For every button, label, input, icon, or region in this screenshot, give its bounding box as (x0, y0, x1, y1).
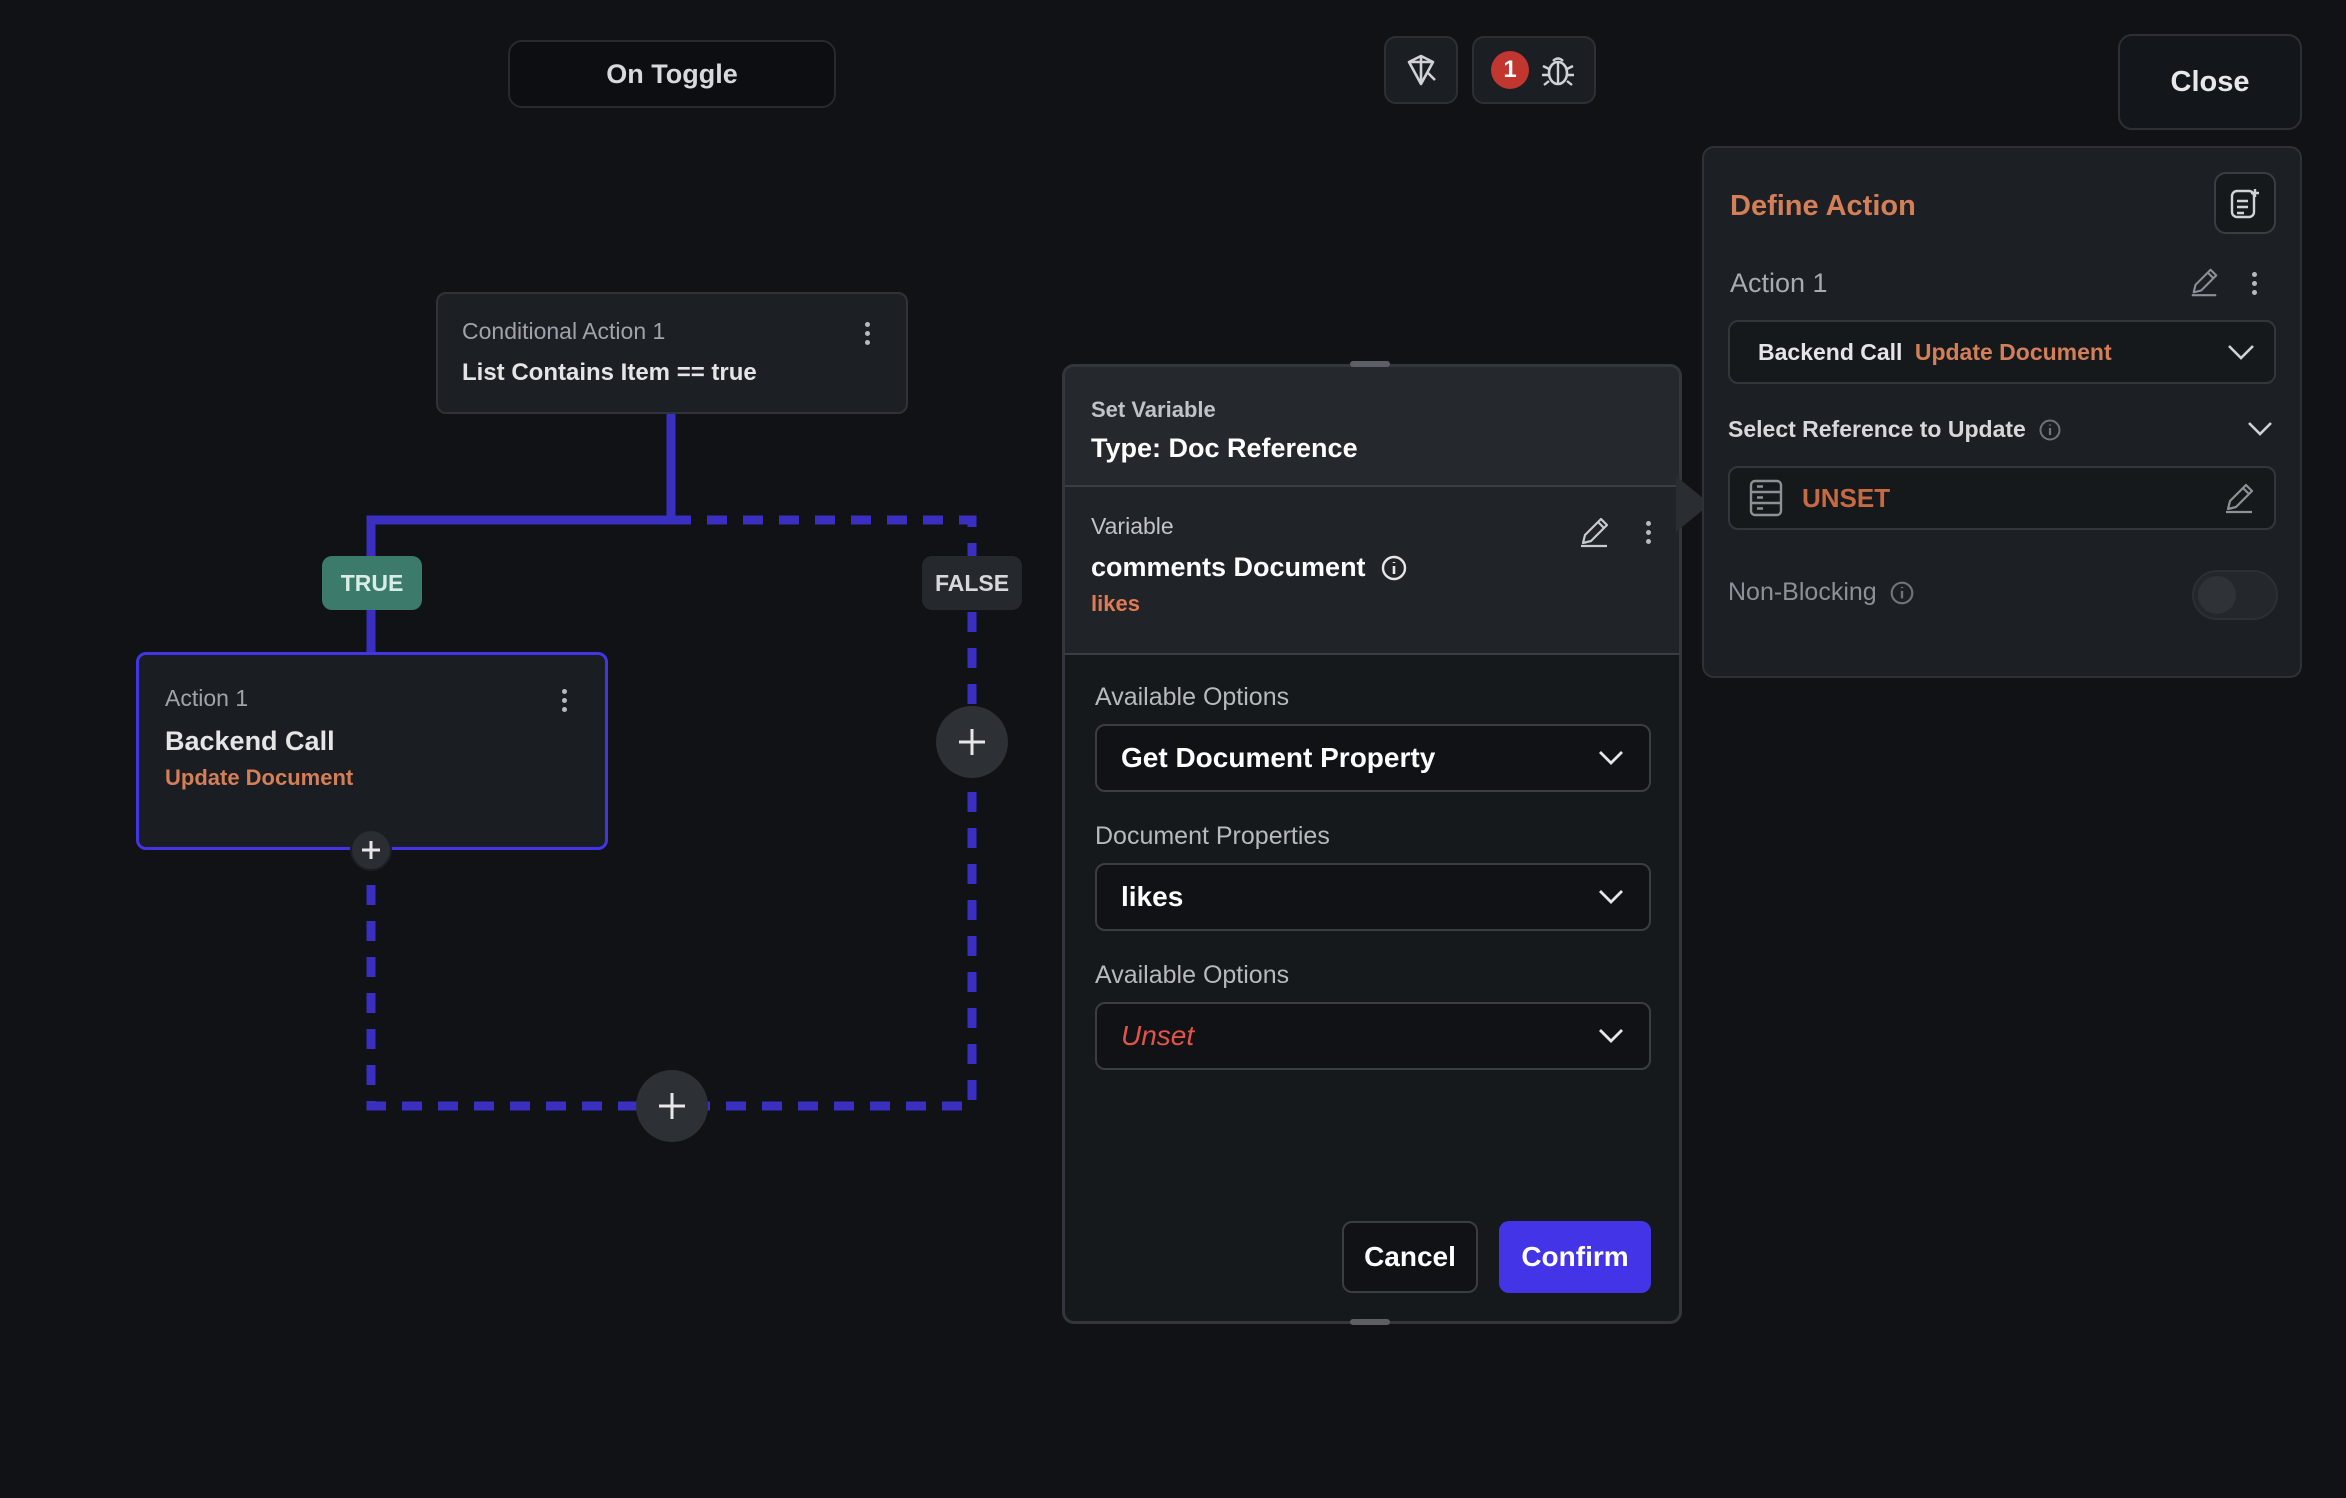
chevron-down-icon (1599, 1029, 1623, 1043)
conditional-kicker: Conditional Action 1 (462, 318, 666, 344)
database-icon (1749, 479, 1783, 517)
confirm-button[interactable]: Confirm (1499, 1221, 1651, 1293)
ai-assist-button[interactable] (1384, 36, 1458, 104)
define-action-title: Define Action (1730, 190, 1916, 222)
define-action-panel: Define Action Action 1 Backend Call Upda… (1702, 146, 2302, 678)
variable-path: likes (1091, 591, 1140, 616)
non-blocking-label: Non-Blocking (1728, 578, 1877, 606)
conditional-expression: List Contains Item == true (462, 359, 757, 386)
reference-field[interactable]: UNSET (1728, 466, 2276, 530)
non-blocking-row: Non-Blocking (1728, 578, 1915, 607)
true-branch-tag: TRUE (322, 556, 422, 610)
add-merge-action-button[interactable] (636, 1070, 708, 1142)
trigger-label: On Toggle (606, 58, 738, 89)
document-properties-label: Document Properties (1095, 822, 1330, 850)
magic-wand-icon (1407, 54, 1436, 86)
note-add-icon (2230, 189, 2259, 219)
second-available-options-value: Unset (1121, 1020, 1195, 1051)
bug-icon (1542, 57, 1574, 86)
plus-icon (959, 729, 985, 755)
reference-value: UNSET (1802, 482, 1891, 513)
conditional-action-node[interactable]: Conditional Action 1 List Contains Item … (436, 292, 908, 414)
action-title: Backend Call (165, 726, 335, 756)
panel-top-drag-handle[interactable] (1350, 361, 1390, 367)
add-after-action-button[interactable] (350, 829, 392, 871)
conditional-menu-icon[interactable] (865, 322, 870, 345)
document-properties-value: likes (1121, 881, 1184, 912)
action-kicker: Action 1 (165, 685, 249, 711)
reference-header: Select Reference to Update (1728, 416, 2062, 443)
edit-icon[interactable] (2188, 266, 2220, 298)
action-node[interactable]: Action 1 Backend Call Update Document (136, 652, 608, 850)
variable-type: Type: Doc Reference (1091, 433, 1358, 463)
chevron-down-icon (1599, 890, 1623, 904)
false-branch-tag: FALSE (922, 556, 1022, 610)
chevron-down-icon (2228, 345, 2254, 360)
add-note-button[interactable] (2214, 172, 2276, 234)
available-options-value: Get Document Property (1121, 742, 1436, 773)
debug-button[interactable]: 1 (1472, 36, 1596, 104)
add-false-action-button[interactable] (936, 706, 1008, 778)
available-options-label: Available Options (1095, 683, 1290, 711)
trigger-selector[interactable]: On Toggle (508, 40, 836, 108)
action-menu-icon[interactable] (2252, 272, 2257, 295)
non-blocking-toggle[interactable] (2192, 570, 2278, 620)
available-options-select[interactable]: Get Document Property (1095, 724, 1651, 792)
set-variable-header: Set Variable Type: Doc Reference (1065, 367, 1679, 487)
action-subtype: Update Document (1914, 338, 2112, 365)
set-variable-heading: Set Variable (1091, 397, 1216, 422)
second-available-options-label: Available Options (1095, 961, 1290, 989)
plus-icon (362, 841, 380, 859)
info-icon[interactable] (1889, 580, 1915, 606)
edit-icon[interactable] (1577, 515, 1611, 549)
reference-label: Select Reference to Update (1728, 416, 2026, 442)
error-count-badge: 1 (1491, 51, 1529, 89)
panel-bottom-drag-handle[interactable] (1350, 1319, 1390, 1325)
cancel-button[interactable]: Cancel (1342, 1221, 1478, 1293)
document-properties-select[interactable]: likes (1095, 863, 1651, 931)
chevron-down-icon (1599, 751, 1623, 765)
variable-name: comments Document (1091, 552, 1366, 582)
plus-icon (659, 1093, 685, 1119)
info-icon[interactable] (2038, 418, 2062, 442)
info-icon[interactable] (1380, 554, 1408, 582)
action-menu-icon[interactable] (562, 689, 567, 712)
close-label: Close (2170, 65, 2250, 98)
variable-menu-icon[interactable] (1646, 521, 1651, 544)
chevron-down-icon[interactable] (2246, 420, 2274, 438)
action-subtitle: Update Document (165, 765, 354, 790)
action-type: Backend Call (1758, 338, 1903, 365)
edit-icon[interactable] (2222, 481, 2256, 515)
variable-label: Variable (1091, 513, 1174, 539)
second-available-options-select[interactable]: Unset (1095, 1002, 1651, 1070)
action-type-select[interactable]: Backend Call Update Document (1728, 320, 2276, 384)
set-variable-panel: Set Variable Type: Doc Reference Variabl… (1062, 364, 1682, 1324)
close-button[interactable]: Close (2118, 34, 2302, 130)
variable-summary: Variable comments Document likes (1065, 487, 1679, 655)
action-name: Action 1 (1730, 268, 1828, 298)
